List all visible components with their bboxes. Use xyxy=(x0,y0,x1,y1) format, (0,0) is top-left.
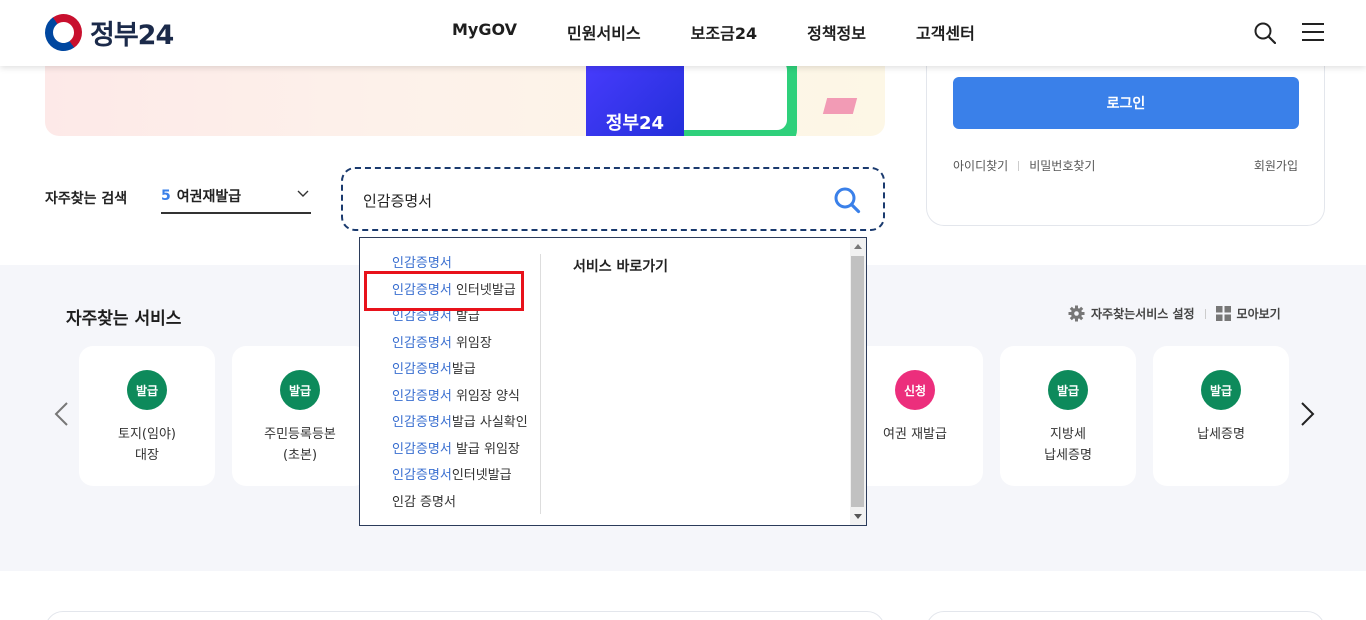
taegeuk-logo-icon xyxy=(37,6,90,59)
frequent-services-actions: 자주찾는서비스 설정 모아보기 xyxy=(1068,305,1281,322)
search-icon[interactable] xyxy=(833,186,861,214)
grid-icon xyxy=(1215,306,1231,321)
service-card-passport-reissue[interactable]: 신청 여권 재발급 xyxy=(847,346,983,486)
search-input[interactable] xyxy=(363,189,803,211)
highlighted-suggestion-outline xyxy=(364,271,524,311)
frequent-search-rank: 5 xyxy=(161,188,171,204)
service-card-resident-register[interactable]: 발급 주민등록등본 (초본) xyxy=(232,346,368,486)
service-card-label: 주민등록등본 (초본) xyxy=(264,427,336,463)
settings-label: 자주찾는서비스 설정 xyxy=(1091,307,1195,321)
nav-item-civil-service[interactable]: 민원서비스 xyxy=(567,20,641,44)
frequent-search-label: 자주찾는 검색 xyxy=(45,191,128,207)
autocomplete-item[interactable]: 인감증명서발급 xyxy=(392,360,528,387)
service-shortcut-heading: 서비스 바로가기 xyxy=(573,259,669,275)
frequent-services-title: 자주찾는 서비스 xyxy=(66,309,182,329)
apply-badge: 신청 xyxy=(895,370,935,410)
actions-divider xyxy=(1204,308,1206,319)
nav-item-customer-center[interactable]: 고객센터 xyxy=(916,20,975,44)
find-id-link[interactable]: 아이디찾기 xyxy=(953,157,1008,174)
scrollbar-thumb[interactable] xyxy=(851,256,864,507)
nav-item-subsidy24[interactable]: 보조금24 xyxy=(691,20,757,44)
service-card-label: 지방세 납세증명 xyxy=(1044,427,1092,463)
frequent-search-select[interactable]: 5 여권재발급 xyxy=(161,180,311,214)
nav-item-policy-info[interactable]: 정책정보 xyxy=(807,20,866,44)
issue-badge: 발급 xyxy=(280,370,320,410)
autocomplete-item[interactable]: 인감증명서발급 사실확인 xyxy=(392,413,528,440)
gear-icon xyxy=(1068,305,1085,322)
header-search-icon[interactable] xyxy=(1254,22,1276,44)
issue-badge: 발급 xyxy=(1201,370,1241,410)
join-link[interactable]: 회원가입 xyxy=(1254,157,1298,174)
phone-illustration-text: 정부24 xyxy=(605,113,665,134)
search-box xyxy=(341,167,885,231)
service-card-tax-certificate[interactable]: 발급 납세증명 xyxy=(1153,346,1289,486)
site-logo[interactable]: 정부24 xyxy=(37,6,174,59)
main-nav: MyGOV 민원서비스 보조금24 정책정보 고객센터 xyxy=(452,20,975,44)
view-all-services[interactable]: 모아보기 xyxy=(1215,305,1281,322)
issue-badge: 발급 xyxy=(1048,370,1088,410)
scroll-down-arrow-icon[interactable] xyxy=(854,514,862,519)
link-divider xyxy=(1018,160,1020,171)
view-all-label: 모아보기 xyxy=(1236,307,1281,321)
autocomplete-item[interactable]: 인감증명서인터넷발급 xyxy=(392,466,528,493)
service-card-label: 납세증명 xyxy=(1197,427,1245,442)
service-card-label: 토지(임야) 대장 xyxy=(118,427,176,463)
login-button[interactable]: 로그인 xyxy=(953,77,1299,129)
issue-badge: 발급 xyxy=(127,370,167,410)
site-header: 정부24 MyGOV 민원서비스 보조금24 정책정보 고객센터 xyxy=(0,0,1366,66)
find-password-link[interactable]: 비밀번호찾기 xyxy=(1029,157,1095,174)
frequent-services-settings[interactable]: 자주찾는서비스 설정 xyxy=(1068,305,1195,322)
service-card-local-tax-certificate[interactable]: 발급 지방세 납세증명 xyxy=(1000,346,1136,486)
dropdown-scrollbar[interactable] xyxy=(850,238,866,525)
decorative-shape xyxy=(822,98,858,114)
service-card-label: 여권 재발급 xyxy=(883,427,947,442)
frequent-search-term: 여권재발급 xyxy=(176,189,242,205)
logo-text: 정부24 xyxy=(90,20,174,51)
autocomplete-item[interactable]: 인감증명서 위임장 xyxy=(392,334,528,361)
scroll-up-arrow-icon[interactable] xyxy=(854,244,862,249)
hamburger-menu-icon[interactable] xyxy=(1302,23,1324,41)
service-card-land-register[interactable]: 발급 토지(임야) 대장 xyxy=(79,346,215,486)
bottom-side-card xyxy=(926,611,1325,620)
autocomplete-item[interactable]: 인감 증명서 xyxy=(392,493,528,520)
autocomplete-item[interactable]: 인감증명서 발급 위임장 xyxy=(392,440,528,467)
carousel-next-arrow-icon[interactable] xyxy=(1300,401,1316,427)
chevron-down-icon xyxy=(297,190,309,197)
login-card: 로그인 아이디찾기 비밀번호찾기 회원가입 xyxy=(926,40,1325,226)
account-links: 아이디찾기 비밀번호찾기 xyxy=(953,157,1095,174)
dropdown-divider xyxy=(540,254,541,514)
nav-item-mygov[interactable]: MyGOV xyxy=(452,20,517,44)
carousel-prev-arrow-icon[interactable] xyxy=(53,401,69,427)
autocomplete-item[interactable]: 인감증명서 위임장 양식 xyxy=(392,387,528,414)
bottom-content-card xyxy=(45,611,885,620)
